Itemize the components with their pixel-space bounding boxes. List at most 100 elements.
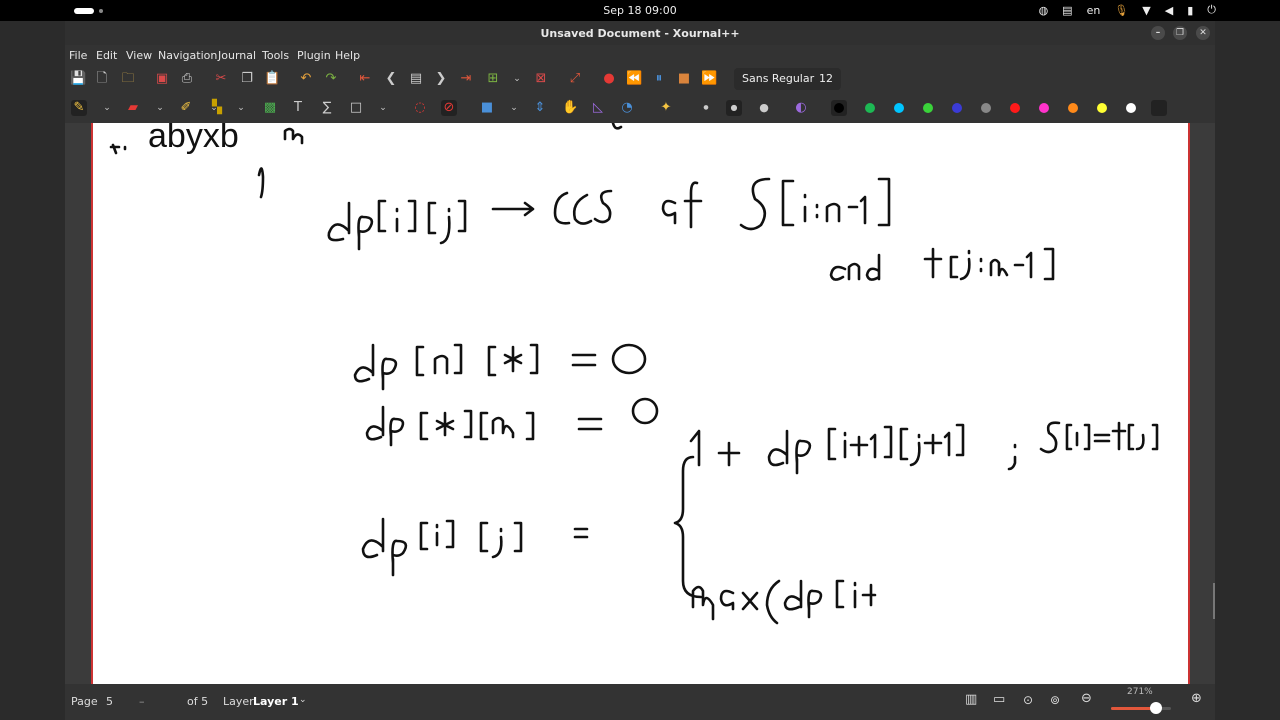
image-icon[interactable]: ▩ (262, 100, 278, 116)
zoom-slider-handle[interactable] (1150, 702, 1162, 714)
close-icon[interactable]: ✕ (1196, 26, 1210, 40)
zoom-fit-icon[interactable]: ⊙ (1023, 693, 1033, 707)
print-icon[interactable]: ⎙ (179, 71, 195, 87)
color-swatch-white[interactable] (1126, 103, 1136, 113)
medium-line-icon[interactable]: ● (726, 100, 742, 116)
setsquare-icon[interactable]: ◺ (590, 100, 606, 116)
fill-dropdown-icon[interactable]: ⌄ (506, 100, 522, 116)
vertical-scrollbar[interactable] (1213, 583, 1215, 619)
paste-icon[interactable]: 📋 (264, 71, 280, 87)
custom-color-icon[interactable] (1151, 100, 1167, 116)
record-icon[interactable]: ● (601, 71, 617, 87)
ruler-snap-icon[interactable]: ⊘ (441, 100, 457, 116)
minimize-icon[interactable]: – (1151, 26, 1165, 40)
next-page-icon[interactable]: ❯ (433, 71, 449, 87)
ink-line-and (829, 247, 1055, 281)
zoom-out-icon[interactable]: ⊖ (1081, 691, 1092, 706)
eraser-icon[interactable]: ▰ (125, 100, 141, 116)
wifi-icon[interactable]: ▼ (1142, 4, 1150, 17)
text-tool-icon[interactable]: T (290, 100, 306, 116)
maximize-icon[interactable]: ❐ (1173, 26, 1187, 40)
menu-view[interactable]: View (126, 49, 152, 62)
pen-icon[interactable]: ✎ (71, 100, 87, 116)
shape-recognizer-icon[interactable]: ◌ (412, 100, 428, 116)
color-picker-icon[interactable]: ◐ (793, 100, 809, 116)
delete-page-icon[interactable]: ⊠ (533, 71, 549, 87)
journal-page[interactable]: abyxb (91, 123, 1190, 684)
page-stepper[interactable]: – (139, 695, 145, 708)
color-swatch-blue[interactable] (952, 103, 962, 113)
pause-icon[interactable]: ⏸ (651, 71, 667, 87)
layer-dropdown-icon[interactable]: ⌄ (299, 695, 307, 705)
latex-icon[interactable]: ∑ (319, 100, 335, 116)
goto-page-icon[interactable]: ▤ (408, 71, 424, 87)
stop-icon[interactable]: ■ (676, 71, 692, 87)
layer-selector[interactable]: Layer 1 (253, 695, 299, 708)
menu-plugin[interactable]: Plugin (297, 49, 331, 62)
shape-icon[interactable]: □ (348, 100, 364, 116)
menu-navigation[interactable]: Navigation (158, 49, 217, 62)
color-swatch-red[interactable] (1010, 103, 1020, 113)
hand-icon[interactable]: ✋ (562, 100, 578, 116)
fill-icon[interactable]: ■ (479, 100, 495, 116)
redo-icon[interactable]: ↷ (323, 71, 339, 87)
thin-line-icon[interactable]: ● (698, 100, 714, 116)
previous-page-icon[interactable]: ❮ (383, 71, 399, 87)
menu-file[interactable]: File (69, 49, 87, 62)
highlighter-icon[interactable]: ✐ (178, 100, 194, 116)
select-dropdown-icon[interactable]: ⌄ (233, 100, 249, 116)
handwritten-notes[interactable] (93, 123, 1188, 684)
undo-icon[interactable]: ↶ (298, 71, 314, 87)
drawing-canvas[interactable]: abyxb (65, 123, 1215, 684)
microphone-icon[interactable]: 🎙 (1114, 4, 1128, 17)
pen-dropdown-icon[interactable]: ⌄ (99, 100, 115, 116)
add-page-dropdown-icon[interactable]: ⌄ (509, 71, 525, 87)
vertical-space-icon[interactable]: ⇕ (532, 100, 548, 116)
volume-icon[interactable]: ◀ (1165, 4, 1173, 17)
font-selector[interactable]: Sans Regular 12 (734, 68, 841, 90)
menu-tools[interactable]: Tools (262, 49, 289, 62)
fast-forward-icon[interactable]: ⏩ (701, 71, 717, 87)
color-swatch-yellow[interactable] (1097, 103, 1107, 113)
cut-icon[interactable]: ✂ (213, 71, 229, 87)
magic-pen-icon[interactable]: ✦ (658, 100, 674, 116)
ink-m (283, 127, 304, 145)
menu-journal[interactable]: Journal (218, 49, 256, 62)
eraser-dropdown-icon[interactable]: ⌄ (152, 100, 168, 116)
clipboard-icon[interactable]: ▤ (1062, 4, 1072, 17)
zoom-slider[interactable] (1111, 702, 1171, 714)
zoom-in-icon[interactable]: ⊕ (1191, 691, 1202, 706)
shape-dropdown-icon[interactable]: ⌄ (375, 100, 391, 116)
keyboard-layout[interactable]: en (1087, 4, 1101, 17)
color-swatch-cyan[interactable] (894, 103, 904, 113)
select-region-icon[interactable]: ▚ (209, 100, 225, 116)
color-swatch-green[interactable] (865, 103, 875, 113)
new-document-icon[interactable]: 🗋 (94, 71, 110, 87)
battery-icon[interactable]: ▮ (1187, 4, 1193, 17)
open-folder-icon[interactable]: 🗀 (120, 71, 136, 87)
add-page-icon[interactable]: ⊞ (485, 71, 501, 87)
color-swatch-lime[interactable] (923, 103, 933, 113)
menu-edit[interactable]: Edit (96, 49, 117, 62)
thick-line-icon[interactable]: ● (756, 100, 772, 116)
copy-icon[interactable]: ❐ (239, 71, 255, 87)
zoom-100-icon[interactable]: ⊚ (1050, 693, 1060, 707)
color-swatch-gray[interactable] (981, 103, 991, 113)
fullscreen-icon[interactable]: ⤢ (567, 71, 583, 87)
compass-icon[interactable]: ◔ (619, 100, 635, 116)
last-page-icon[interactable]: ⇥ (458, 71, 474, 87)
first-page-icon[interactable]: ⇤ (357, 71, 373, 87)
single-page-icon[interactable]: ▭ (993, 692, 1005, 707)
export-pdf-icon[interactable]: ▣ (154, 71, 170, 87)
title-bar: Unsaved Document - Xournal++ – ❐ ✕ (65, 21, 1215, 45)
color-swatch-orange[interactable] (1068, 103, 1078, 113)
menu-help[interactable]: Help (335, 49, 360, 62)
color-swatch-black[interactable] (834, 103, 844, 113)
save-icon[interactable]: 💾 (70, 71, 86, 87)
rewind-icon[interactable]: ⏪ (626, 71, 642, 87)
chrome-icon[interactable]: ◍ (1039, 4, 1049, 17)
power-icon[interactable]: ⏻ (1207, 3, 1216, 17)
page-number-input[interactable]: 5 (106, 695, 113, 708)
color-swatch-magenta[interactable] (1039, 103, 1049, 113)
dual-page-icon[interactable]: ▥ (965, 692, 977, 707)
